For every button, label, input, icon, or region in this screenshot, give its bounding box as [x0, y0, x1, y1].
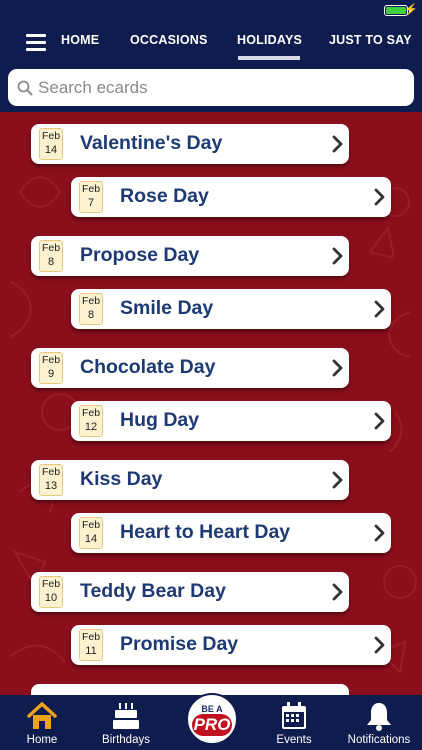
tab-occasions[interactable]: OCCASIONS [130, 33, 208, 47]
holiday-label: Kiss Day [80, 468, 163, 490]
search-icon [17, 80, 33, 96]
holiday-label: Teddy Bear Day [80, 580, 226, 602]
holiday-label: Rose Day [120, 185, 209, 207]
calendar-icon [282, 702, 306, 729]
holiday-label: Propose Day [80, 244, 200, 266]
search-box[interactable] [8, 69, 414, 106]
chevron-right-icon [374, 188, 385, 206]
home-icon [27, 702, 57, 729]
holiday-label: Hug Day [120, 409, 200, 431]
search-bar [0, 64, 422, 112]
list-item-partial[interactable] [31, 684, 349, 695]
tabbar-notifications[interactable]: Notifications [340, 695, 418, 750]
pro-top-text: BE A [201, 704, 223, 714]
date-badge: Feb 11 [79, 629, 103, 661]
tab-just-to-say[interactable]: JUST TO SAY [329, 33, 412, 47]
list-item[interactable]: Feb 10 Teddy Bear Day [31, 572, 349, 612]
date-badge: Feb 13 [39, 464, 63, 496]
list-item[interactable]: Feb 14 Heart to Heart Day [71, 513, 391, 553]
list-item[interactable]: Feb 9 Chocolate Day [31, 348, 349, 388]
date-badge: Feb 9 [39, 352, 63, 384]
date-badge: Feb 7 [79, 181, 103, 213]
holiday-label: Smile Day [120, 297, 214, 319]
chevron-right-icon [374, 300, 385, 318]
tabbar-home[interactable]: Home [12, 695, 72, 750]
list-item[interactable]: Feb 7 Rose Day [71, 177, 391, 217]
holiday-list: Feb 14 Valentine's Day Feb 7 Rose Day Feb 8… [0, 112, 422, 695]
tab-holidays[interactable]: HOLIDAYS [237, 33, 302, 47]
list-item[interactable]: Feb 13 Kiss Day [31, 460, 349, 500]
date-badge: Feb 8 [39, 240, 63, 272]
date-badge: Feb 14 [39, 128, 63, 160]
status-bar: ⚡ [0, 0, 422, 20]
list-item[interactable]: Feb 11 Promise Day [71, 625, 391, 665]
holiday-label: Valentine's Day [80, 132, 223, 154]
list-item[interactable]: Feb 14 Valentine's Day [31, 124, 349, 164]
birthday-cake-icon [113, 703, 139, 729]
tabbar-label: Home [26, 734, 58, 746]
tabbar-events[interactable]: Events [266, 695, 322, 750]
search-input[interactable] [38, 69, 398, 106]
date-badge: Feb 10 [39, 576, 63, 608]
date-badge: Feb 12 [79, 405, 103, 437]
date-badge: Feb 14 [79, 517, 103, 549]
tabbar-label: Events [276, 734, 312, 746]
charging-icon: ⚡ [404, 4, 418, 16]
be-a-pro-button[interactable]: BE A PRO [186, 693, 238, 745]
list-item[interactable]: Feb 8 Smile Day [71, 289, 391, 329]
holiday-label: Heart to Heart Day [120, 521, 291, 543]
chevron-right-icon [332, 135, 343, 153]
bottom-tab-bar: Home Birthdays BE A PRO Events Notificat… [0, 693, 422, 750]
chevron-right-icon [332, 247, 343, 265]
tab-home[interactable]: HOME [61, 33, 99, 47]
bell-icon [367, 703, 391, 731]
pro-text: PRO [192, 714, 232, 736]
tabbar-birthdays[interactable]: Birthdays [92, 695, 160, 750]
tabbar-label: Birthdays [102, 734, 150, 746]
chevron-right-icon [374, 524, 385, 542]
holiday-label: Promise Day [120, 633, 239, 655]
chevron-right-icon [332, 359, 343, 377]
list-item[interactable]: Feb 8 Propose Day [31, 236, 349, 276]
active-tab-indicator [238, 56, 300, 60]
chevron-right-icon [374, 636, 385, 654]
holiday-label: Chocolate Day [80, 356, 216, 378]
tabbar-label: Notifications [347, 734, 411, 746]
chevron-right-icon [332, 583, 343, 601]
chevron-right-icon [332, 471, 343, 489]
list-item[interactable]: Feb 12 Hug Day [71, 401, 391, 441]
chevron-right-icon [374, 412, 385, 430]
hamburger-menu-icon[interactable] [26, 34, 46, 51]
date-badge: Feb 8 [79, 293, 103, 325]
top-nav: HOME OCCASIONS HOLIDAYS JUST TO SAY [0, 20, 422, 64]
